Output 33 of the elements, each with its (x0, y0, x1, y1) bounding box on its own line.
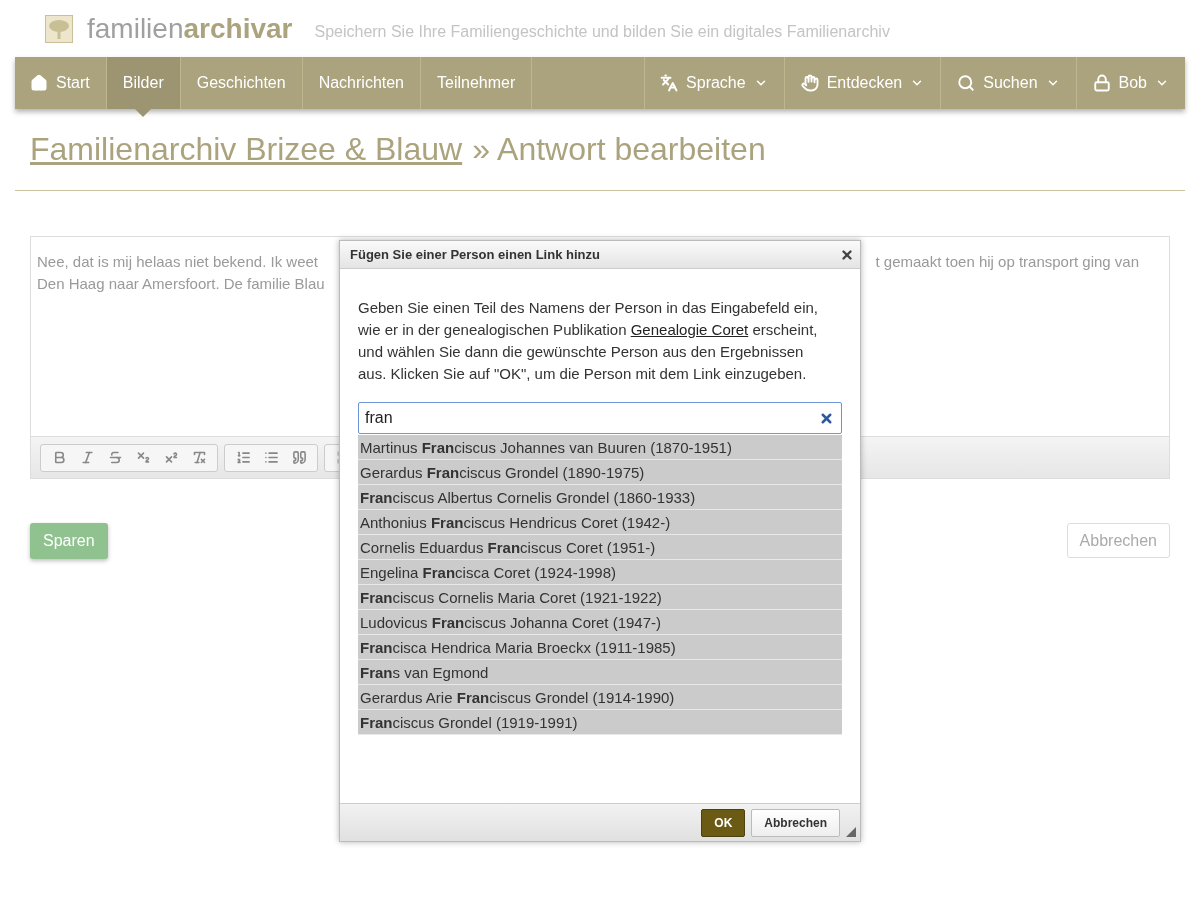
pointing-hand-icon (800, 74, 819, 92)
resize-grip-icon[interactable] (846, 827, 856, 837)
clear-icon[interactable] (819, 411, 834, 426)
tagline: Speichern Sie Ihre Familiengeschichte und bilden Sie ein digitales Familienarchiv (314, 22, 890, 41)
result-item[interactable]: Anthonius Franciscus Hendricus Coret (1942-) (358, 510, 842, 535)
active-pointer (135, 109, 152, 117)
publication-link[interactable]: Genealogie Coret (630, 321, 749, 338)
search-icon (957, 74, 976, 92)
result-item[interactable]: Cornelis Eduardus Franciscus Coret (1951-) (358, 535, 842, 560)
result-item[interactable]: Engelina Francisca Coret (1924-1998) (358, 560, 842, 585)
result-item[interactable]: Ludovicus Franciscus Johanna Coret (1947-) (358, 610, 842, 635)
editor-text: Den Haag naar Amersfoort. De familie Blau (37, 274, 326, 294)
result-item[interactable]: Franciscus Grondel (1919-1991) (358, 710, 842, 735)
editor-text: t gemaakt toen hij op transport ging van (875, 252, 1139, 272)
result-item[interactable]: Frans van Egmond (358, 660, 842, 685)
result-item[interactable]: Martinus Franciscus Johannes van Buuren (1870-1951) (358, 435, 842, 460)
result-item[interactable]: Gerardus Franciscus Grondel (1890-1975) (358, 460, 842, 485)
lock-icon (1092, 74, 1111, 92)
result-item[interactable]: Francisca Hendrica Maria Broeckx (1911-1985) (358, 635, 842, 660)
close-icon[interactable] (840, 247, 854, 262)
dialog-title: Fügen Sie einer Person einen Link hinzu (350, 247, 600, 262)
result-item[interactable]: Gerardus Arie Franciscus Grondel (1914-1990) (358, 685, 842, 710)
result-item[interactable]: Franciscus Albertus Cornelis Grondel (1860-1933) (358, 485, 842, 510)
home-icon (30, 74, 48, 92)
result-item[interactable]: Franciscus Cornelis Maria Coret (1921-1922) (358, 585, 842, 610)
page-title: » Antwort bearbeiten (472, 131, 766, 168)
editor-text: Nee, dat is mij helaas niet bekend. Ik weet (37, 252, 319, 272)
logo-icon (45, 14, 73, 43)
person-search-field[interactable]: fran (358, 402, 842, 434)
language-icon (660, 74, 679, 92)
dialog-instructions: Geben Sie einen Teil des Namens der Person in das Eingabefeld ein, wie er in der genealogischen Publikation Genealogie Coret erscheint, und wählen Sie dann die gewünschte Person aus den Ergebnissen aus. Klicken Sie auf "OK", um die Person mit dem Link einzugeben. (358, 298, 820, 384)
cancel-button[interactable]: Abbrechen (751, 808, 840, 837)
ok-button[interactable]: OK (701, 808, 746, 837)
